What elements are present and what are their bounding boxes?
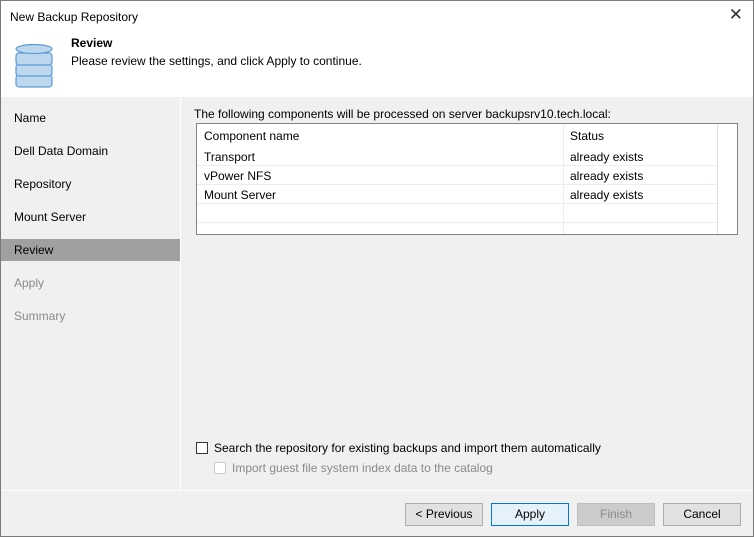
intro-text: The following components will be process… xyxy=(194,107,611,121)
finish-button: Finish xyxy=(577,503,655,526)
cancel-button[interactable]: Cancel xyxy=(663,503,741,526)
table-header: Component name Status xyxy=(197,124,717,149)
wizard-header: Review Please review the settings, and c… xyxy=(1,33,753,97)
database-icon xyxy=(15,43,53,88)
close-icon[interactable]: ✕ xyxy=(729,5,743,25)
table-row[interactable]: Mount Server already exists xyxy=(197,185,717,204)
checkbox-label: Search the repository for existing backu… xyxy=(214,441,601,455)
nav-step-dell-data-domain[interactable]: Dell Data Domain xyxy=(1,131,180,164)
component-status: already exists xyxy=(570,188,644,202)
nav-step-repository[interactable]: Repository xyxy=(1,164,180,197)
column-header-status[interactable]: Status xyxy=(570,129,604,143)
checkbox-label: Import guest file system index data to t… xyxy=(232,461,493,475)
checkbox-box xyxy=(214,462,226,474)
component-name: Transport xyxy=(204,150,255,164)
nav-label: Mount Server xyxy=(14,210,87,224)
step-subtitle: Please review the settings, and click Ap… xyxy=(71,54,362,68)
title-bar: New Backup Repository ✕ xyxy=(1,1,753,33)
component-status: already exists xyxy=(570,150,644,164)
import-index-checkbox: Import guest file system index data to t… xyxy=(214,461,493,475)
search-existing-backups-checkbox[interactable]: Search the repository for existing backu… xyxy=(196,441,601,455)
wizard-steps: Name Dell Data Domain Repository Mount S… xyxy=(1,98,181,490)
nav-label: Apply xyxy=(14,276,45,290)
step-title: Review xyxy=(71,36,113,50)
table-row[interactable]: vPower NFS already exists xyxy=(197,166,717,185)
nav-step-name[interactable]: Name xyxy=(1,98,180,131)
nav-label: Summary xyxy=(14,309,66,323)
nav-label: Name xyxy=(14,111,47,125)
column-divider xyxy=(717,124,718,234)
component-name: Mount Server xyxy=(204,188,277,202)
nav-label: Repository xyxy=(14,177,72,191)
table-row[interactable]: Transport already exists xyxy=(197,147,717,166)
column-header-component[interactable]: Component name xyxy=(204,129,299,143)
component-name: vPower NFS xyxy=(204,169,272,183)
nav-step-apply: Apply xyxy=(1,263,180,296)
nav-label: Dell Data Domain xyxy=(14,144,109,158)
table-row-empty xyxy=(197,204,717,223)
previous-button[interactable]: < Previous xyxy=(405,503,483,526)
new-backup-repository-dialog: New Backup Repository ✕ Review Please re… xyxy=(0,0,754,537)
components-table[interactable]: Component name Status Transport already e… xyxy=(196,123,738,235)
review-panel: The following components will be process… xyxy=(182,98,753,490)
checkbox-box[interactable] xyxy=(196,442,208,454)
nav-step-mount-server[interactable]: Mount Server xyxy=(1,197,180,230)
nav-step-review[interactable]: Review xyxy=(1,230,180,263)
apply-button[interactable]: Apply xyxy=(491,503,569,526)
wizard-footer: < Previous Apply Finish Cancel xyxy=(1,490,753,536)
window-title: New Backup Repository xyxy=(10,10,139,24)
nav-step-summary: Summary xyxy=(1,296,180,329)
nav-label: Review xyxy=(1,239,180,261)
component-status: already exists xyxy=(570,169,644,183)
